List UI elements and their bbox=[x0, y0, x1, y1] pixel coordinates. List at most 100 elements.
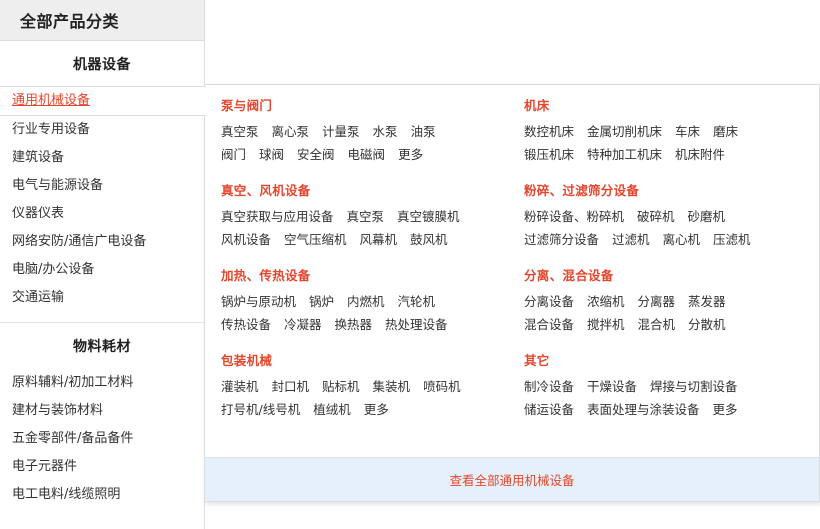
subcategory-link[interactable]: 电磁阀 bbox=[348, 143, 386, 166]
sidebar-item[interactable]: 电脑/办公设备 bbox=[0, 256, 204, 284]
subcategory-link[interactable]: 储运设备 bbox=[524, 398, 574, 421]
sidebar-item[interactable]: 电气与能源设备 bbox=[0, 172, 204, 200]
subcategory-link[interactable]: 真空获取与应用设备 bbox=[221, 205, 334, 228]
subcategory-link[interactable]: 分离设备 bbox=[524, 290, 574, 313]
sidebar-item-label: 建筑设备 bbox=[12, 150, 65, 165]
subcategory-link[interactable]: 植绒机 bbox=[313, 398, 351, 421]
subcategory-link[interactable]: 风幕机 bbox=[360, 228, 398, 251]
subcategory-row: 粉碎设备、粉碎机 破碎机 砂磨机 bbox=[524, 205, 819, 228]
sidebar-item-label: 电气与能源设备 bbox=[12, 178, 104, 193]
subcategory-link[interactable]: 压滤机 bbox=[713, 228, 751, 251]
subcategory-link[interactable]: 锅炉与原动机 bbox=[221, 290, 296, 313]
sidebar-item[interactable]: 交通运输 bbox=[0, 284, 204, 312]
subcategory-link[interactable]: 真空镀膜机 bbox=[397, 205, 460, 228]
subcategory-link[interactable]: 球阀 bbox=[259, 143, 284, 166]
subcategory-link[interactable]: 混合机 bbox=[638, 313, 676, 336]
subcategory-column: 机床 数控机床 金属切削机床 车床 磨床 锻压机床 特种加工机床 机床附件 粉碎、过滤筛分设备粉… bbox=[512, 95, 819, 457]
subcategory-link[interactable]: 过滤筛分设备 bbox=[524, 228, 599, 251]
subcategory-section: 机床 数控机床 金属切削机床 车床 磨床 锻压机床 特种加工机床 机床附件 bbox=[524, 95, 819, 166]
subcategory-link[interactable]: 真空泵 bbox=[221, 120, 259, 143]
subcategory-link[interactable]: 离心机 bbox=[663, 228, 701, 251]
subcategory-link[interactable]: 砂磨机 bbox=[688, 205, 726, 228]
subcategory-link[interactable]: 风机设备 bbox=[221, 228, 271, 251]
subcategory-section: 包装机械 灌装机 封口机 贴标机 集装机 喷码机 打号机/线号机 植绒机 更多 bbox=[221, 350, 512, 421]
subcategory-link[interactable]: 分离器 bbox=[638, 290, 676, 313]
subcategory-link[interactable]: 表面处理与涂装设备 bbox=[587, 398, 700, 421]
sidebar-item[interactable]: 建筑设备 bbox=[0, 144, 204, 172]
sidebar-item-label: 交通运输 bbox=[12, 290, 65, 305]
subcategory-link[interactable]: 搅拌机 bbox=[587, 313, 625, 336]
subcategory-link[interactable]: 安全阀 bbox=[297, 143, 335, 166]
subcategory-link[interactable]: 锻压机床 bbox=[524, 143, 574, 166]
subcategory-link[interactable]: 焊接与切割设备 bbox=[650, 375, 738, 398]
subcategory-link[interactable]: 真空泵 bbox=[347, 205, 385, 228]
subcategory-link[interactable]: 特种加工机床 bbox=[587, 143, 662, 166]
sidebar-item[interactable]: 建材与装饰材料 bbox=[0, 397, 204, 425]
subcategory-row: 锻压机床 特种加工机床 机床附件 bbox=[524, 143, 819, 166]
subcategory-section-title: 包装机械 bbox=[221, 353, 273, 368]
subcategory-section-title: 机床 bbox=[524, 98, 550, 113]
subcategory-link[interactable]: 更多 bbox=[364, 398, 389, 421]
sidebar-header: 全部产品分类 bbox=[0, 0, 204, 41]
sidebar-item-label: 通用机械设备 bbox=[12, 93, 91, 108]
sidebar-item[interactable]: 电子元器件 bbox=[0, 453, 204, 481]
sidebar-item[interactable]: 通用机械设备 bbox=[0, 86, 206, 116]
subcategory-link[interactable]: 数控机床 bbox=[524, 120, 574, 143]
subcategory-link[interactable]: 传热设备 bbox=[221, 313, 271, 336]
sidebar-item[interactable]: 网络安防/通信广电设备 bbox=[0, 228, 204, 256]
subcategory-link[interactable]: 粉碎设备、粉碎机 bbox=[524, 205, 624, 228]
subcategory-link[interactable]: 磨床 bbox=[713, 120, 738, 143]
sidebar-item[interactable]: 电工电料/线缆照明 bbox=[0, 481, 204, 509]
subcategory-link[interactable]: 破碎机 bbox=[637, 205, 675, 228]
sidebar-item[interactable]: 五金零部件/备品备件 bbox=[0, 425, 204, 453]
subcategory-link[interactable]: 打号机/线号机 bbox=[221, 398, 300, 421]
subcategory-link[interactable]: 热处理设备 bbox=[385, 313, 448, 336]
subcategory-link[interactable]: 离心泵 bbox=[272, 120, 310, 143]
subcategory-link[interactable]: 空气压缩机 bbox=[284, 228, 347, 251]
category-menu-root: 全部产品分类 机器设备 通用机械设备 行业专用设备 建筑设备 电气与能源设备 仪器仪表 网络… bbox=[0, 0, 820, 529]
subcategory-link[interactable]: 更多 bbox=[398, 143, 423, 166]
subcategory-link[interactable]: 汽轮机 bbox=[398, 290, 436, 313]
subcategory-link[interactable]: 制冷设备 bbox=[524, 375, 574, 398]
subcategory-link[interactable]: 锅炉 bbox=[309, 290, 334, 313]
subcategory-link[interactable]: 集装机 bbox=[373, 375, 411, 398]
sidebar-item[interactable]: 原料辅料/初加工材料 bbox=[0, 369, 204, 397]
subcategory-link[interactable]: 换热器 bbox=[335, 313, 373, 336]
subcategory-link[interactable]: 混合设备 bbox=[524, 313, 574, 336]
subcategory-link[interactable]: 分散机 bbox=[688, 313, 726, 336]
subcategory-link[interactable]: 过滤机 bbox=[612, 228, 650, 251]
sidebar-item-label: 电工电料/线缆照明 bbox=[12, 487, 121, 502]
subcategory-link[interactable]: 更多 bbox=[713, 398, 738, 421]
subcategory-section: 真空、风机设备 真空获取与应用设备 真空泵 真空镀膜机 风机设备 空气压缩机 风幕机 鼓风机 bbox=[221, 180, 512, 251]
subcategory-link[interactable]: 喷码机 bbox=[423, 375, 461, 398]
sidebar-item-label: 仪器仪表 bbox=[12, 206, 65, 221]
subcategory-row: 锅炉与原动机 锅炉 内燃机 汽轮机 bbox=[221, 290, 512, 313]
subcategory-link[interactable]: 机床附件 bbox=[675, 143, 725, 166]
subcategory-link[interactable]: 干燥设备 bbox=[587, 375, 637, 398]
subcategory-link[interactable]: 灌装机 bbox=[221, 375, 259, 398]
subcategory-link[interactable]: 蒸发器 bbox=[688, 290, 726, 313]
subcategory-link[interactable]: 油泵 bbox=[411, 120, 436, 143]
subcategory-link[interactable]: 水泵 bbox=[373, 120, 398, 143]
sidebar-item-label: 五金零部件/备品备件 bbox=[12, 431, 134, 446]
subcategory-row: 灌装机 封口机 贴标机 集装机 喷码机 bbox=[221, 375, 512, 398]
subcategory-link[interactable]: 浓缩机 bbox=[587, 290, 625, 313]
subcategory-section: 粉碎、过滤筛分设备 粉碎设备、粉碎机 破碎机 砂磨机 过滤筛分设备 过滤机 离心机 压滤机 bbox=[524, 180, 819, 251]
subcategory-row: 储运设备 表面处理与涂装设备 更多 bbox=[524, 398, 819, 421]
subcategory-link[interactable]: 冷凝器 bbox=[284, 313, 322, 336]
subcategory-link[interactable]: 金属切削机床 bbox=[587, 120, 662, 143]
subcategory-row: 真空获取与应用设备 真空泵 真空镀膜机 bbox=[221, 205, 512, 228]
subcategory-link[interactable]: 封口机 bbox=[272, 375, 310, 398]
subcategory-link[interactable]: 贴标机 bbox=[322, 375, 360, 398]
sidebar-item[interactable]: 仪器仪表 bbox=[0, 200, 204, 228]
sidebar-item-label: 电子元器件 bbox=[12, 459, 78, 474]
subcategory-link[interactable]: 阀门 bbox=[221, 143, 246, 166]
sidebar-item-list: 原料辅料/初加工材料 建材与装饰材料五金零部件/备品备件 电子元器件电工电料/线缆照… bbox=[0, 369, 204, 515]
subcategory-columns: 泵与阀门 真空泵 离心泵 计量泵 水泵 油泵 阀门 球阀 安全阀 电磁阀 更多 真空、风机设备 真空获取… bbox=[205, 85, 819, 457]
sidebar-item[interactable]: 行业专用设备 bbox=[0, 116, 204, 144]
subcategory-link[interactable]: 鼓风机 bbox=[410, 228, 448, 251]
subcategory-link[interactable]: 内燃机 bbox=[347, 290, 385, 313]
subcategory-link[interactable]: 计量泵 bbox=[322, 120, 360, 143]
subcategory-link[interactable]: 车床 bbox=[675, 120, 700, 143]
view-all-link[interactable]: 查看全部通用机械设备 bbox=[449, 470, 574, 489]
